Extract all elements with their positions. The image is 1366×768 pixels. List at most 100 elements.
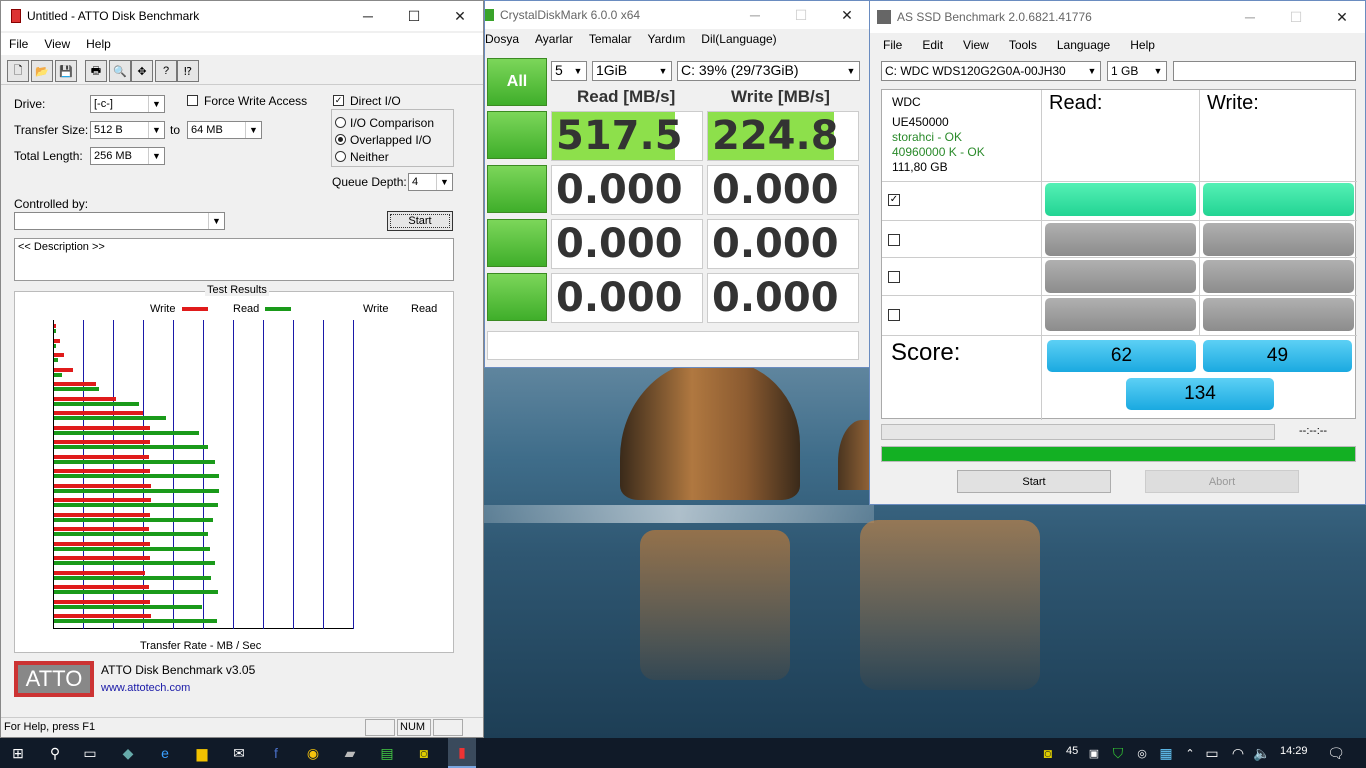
atto-menu-view[interactable]: View <box>36 37 78 51</box>
asssd-menu-help[interactable]: Help <box>1122 38 1163 52</box>
new-file-icon[interactable]: 🗋 <box>7 60 29 82</box>
description-textarea[interactable]: << Description >> <box>14 238 454 281</box>
chart-gridline <box>233 320 234 629</box>
cdm-drive-select[interactable]: C: 39% (29/73GiB) ▼ <box>677 61 860 81</box>
chrome-icon[interactable]: ◉ <box>303 743 323 763</box>
asssd-abort-button[interactable]: Abort <box>1145 470 1299 493</box>
volume-icon[interactable]: 🔈 <box>1252 743 1272 763</box>
direct-io-checkbox[interactable]: ✓ <box>333 95 344 106</box>
app-icon-dark[interactable]: ◆ <box>118 743 138 763</box>
asssd-menu-tools[interactable]: Tools <box>1001 38 1049 52</box>
neither-radio[interactable] <box>335 151 346 162</box>
atto-close-button[interactable]: ✕ <box>437 1 483 31</box>
cdm-test-button[interactable] <box>487 219 547 267</box>
cdm-menu-language[interactable]: Dil(Language) <box>693 32 784 46</box>
cdm-titlebar[interactable]: CrystalDiskMark 6.0.0 x64 ─ ☐ ✕ <box>485 1 870 29</box>
atto-menu-help[interactable]: Help <box>78 37 119 51</box>
edge-icon[interactable]: e <box>155 743 175 763</box>
queue-depth-select[interactable]: 4 ▼ <box>408 173 453 191</box>
crystaldiskmark-taskbar-icon[interactable]: ▤ <box>377 743 397 763</box>
drive-select[interactable]: [-c-] ▼ <box>90 95 165 113</box>
cdm-menu-yardim[interactable]: Yardım <box>640 32 694 46</box>
asssd-maximize-button[interactable]: ☐ <box>1273 1 1319 33</box>
notifications-icon[interactable]: 🗨 <box>1326 743 1346 763</box>
atto-titlebar[interactable]: Untitled - ATTO Disk Benchmark ─ ☐ ✕ <box>1 1 483 31</box>
print-icon[interactable]: 🖶 <box>85 60 107 82</box>
force-write-checkbox[interactable] <box>187 95 198 106</box>
asssd-size-select[interactable]: 1 GB ▼ <box>1107 61 1167 81</box>
overlapped-io-radio[interactable] <box>335 134 346 145</box>
task-view-icon[interactable]: ▭ <box>80 743 100 763</box>
atto-taskbar-icon[interactable]: ▮ <box>448 738 476 768</box>
search-icon[interactable]: ⚲ <box>45 743 65 763</box>
transfer-from-select[interactable]: 512 B ▼ <box>90 121 165 139</box>
asssd-minimize-button[interactable]: ─ <box>1227 1 1273 33</box>
asssd-menu-language[interactable]: Language <box>1049 38 1122 52</box>
asssd-row-checkbox[interactable] <box>888 234 900 246</box>
atto-website-link[interactable]: www.attotech.com <box>101 682 190 694</box>
write-bar <box>54 570 146 575</box>
asssd-row-checkbox[interactable]: ✓ <box>888 194 900 206</box>
asssd-menu-view[interactable]: View <box>955 38 1001 52</box>
asssd-menu-file[interactable]: File <box>870 38 914 52</box>
tray-gpu-icon[interactable]: ▣ <box>1084 743 1104 763</box>
cdm-maximize-button[interactable]: ☐ <box>778 1 824 29</box>
mail-icon[interactable]: ✉ <box>229 743 249 763</box>
asssd-titlebar[interactable]: AS SSD Benchmark 2.0.6821.41776 ─ ☐ ✕ <box>870 1 1365 33</box>
battery-icon[interactable]: ▭ <box>1202 743 1222 763</box>
cdm-menu-dosya[interactable]: Dosya <box>485 32 527 46</box>
open-folder-icon[interactable]: 📂 <box>31 60 53 82</box>
cdm-all-button[interactable]: All <box>487 58 547 106</box>
network-adapter-icon[interactable]: ▦ <box>1156 743 1176 763</box>
cdm-test-button[interactable] <box>487 111 547 159</box>
move-icon[interactable]: ✥ <box>131 60 153 82</box>
cdm-count-select[interactable]: 5 ▼ <box>551 61 587 81</box>
cdm-app-icon <box>485 9 494 21</box>
controlled-by-select[interactable]: ▼ <box>14 212 225 230</box>
asssd-row-checkbox[interactable] <box>888 309 900 321</box>
clock[interactable]: 14:29 <box>1280 745 1308 757</box>
benchmark-taskbar-icon[interactable]: ◙ <box>414 743 434 763</box>
wifi-icon[interactable]: ◠ <box>1228 743 1248 763</box>
facebook-icon[interactable]: f <box>266 743 286 763</box>
asssd-menu-edit[interactable]: Edit <box>914 38 955 52</box>
asssd-row-checkbox[interactable] <box>888 271 900 283</box>
cdm-menu-ayarlar[interactable]: Ayarlar <box>527 32 581 46</box>
drive-tool-icon[interactable]: ▰ <box>340 743 360 763</box>
write-bar <box>54 599 151 604</box>
atto-menu-file[interactable]: File <box>1 37 36 51</box>
asssd-start-button[interactable]: Start <box>957 470 1111 493</box>
context-help-icon[interactable]: ⁉ <box>177 60 199 82</box>
windows-start-icon[interactable]: ⊞ <box>8 743 28 763</box>
print-preview-icon[interactable]: 🔍 <box>109 60 131 82</box>
chevron-down-icon: ▼ <box>208 213 224 229</box>
asssd-small-progress <box>881 424 1275 440</box>
asssd-search-input[interactable] <box>1173 61 1356 81</box>
atto-start-button[interactable]: Start <box>387 211 453 231</box>
cdm-test-button[interactable] <box>487 165 547 213</box>
cdm-menu-temalar[interactable]: Temalar <box>581 32 640 46</box>
asssd-close-button[interactable]: ✕ <box>1319 1 1365 33</box>
asssd-drive-select[interactable]: C: WDC WDS120G2G0A-00JH30 ▼ <box>881 61 1101 81</box>
cdm-minimize-button[interactable]: ─ <box>732 1 778 29</box>
asssd-write-result <box>1203 260 1354 293</box>
tray-app-icon[interactable]: ◙ <box>1038 743 1058 763</box>
divider-h0 <box>882 181 1357 182</box>
transfer-to-select[interactable]: 64 MB ▼ <box>187 121 262 139</box>
total-length-select[interactable]: 256 MB ▼ <box>90 147 165 165</box>
cdm-close-button[interactable]: ✕ <box>824 1 870 29</box>
file-explorer-icon[interactable]: ▆ <box>192 743 212 763</box>
tray-chevron-icon[interactable]: ⌃ <box>1180 743 1200 763</box>
atto-minimize-button[interactable]: ─ <box>345 1 391 31</box>
save-icon[interactable]: 💾 <box>55 60 77 82</box>
read-bar <box>54 575 211 580</box>
tray-steam-icon[interactable]: ◎ <box>1132 743 1152 763</box>
help-icon[interactable]: ? <box>155 60 177 82</box>
shield-icon[interactable]: ⛉ <box>1108 743 1128 763</box>
cdm-size-select[interactable]: 1GiB ▼ <box>592 61 672 81</box>
read-bar <box>54 474 219 478</box>
cdm-test-button[interactable] <box>487 273 547 321</box>
cdm-comment-field[interactable] <box>487 331 859 360</box>
io-comparison-radio[interactable] <box>335 117 346 128</box>
atto-maximize-button[interactable]: ☐ <box>391 1 437 31</box>
